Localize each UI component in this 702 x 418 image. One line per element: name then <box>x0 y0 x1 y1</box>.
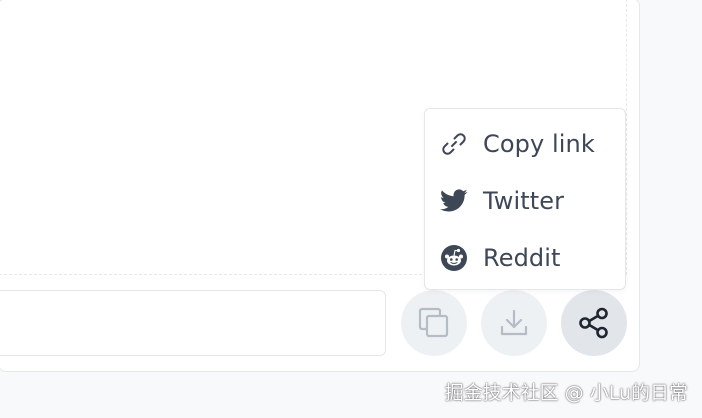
link-icon <box>440 130 468 158</box>
menu-item-copy-link[interactable]: Copy link <box>425 115 625 172</box>
menu-item-reddit[interactable]: Reddit <box>425 229 625 286</box>
twitter-icon <box>440 187 468 215</box>
menu-item-twitter[interactable]: Twitter <box>425 172 625 229</box>
copy-icon <box>418 307 449 338</box>
watermark-text: 掘金技术社区 @ 小Lu的日常 <box>444 382 688 404</box>
share-button[interactable] <box>561 290 627 356</box>
share-menu: Copy link Twitter Reddit <box>424 108 626 290</box>
menu-item-label: Twitter <box>483 186 565 215</box>
reddit-icon <box>440 244 468 272</box>
menu-item-label: Reddit <box>483 243 561 272</box>
share-icon <box>579 307 608 339</box>
download-icon <box>500 309 528 336</box>
copy-button[interactable] <box>401 290 467 356</box>
menu-item-label: Copy link <box>483 129 595 158</box>
download-button[interactable] <box>481 290 547 356</box>
text-input-field[interactable] <box>0 290 386 356</box>
